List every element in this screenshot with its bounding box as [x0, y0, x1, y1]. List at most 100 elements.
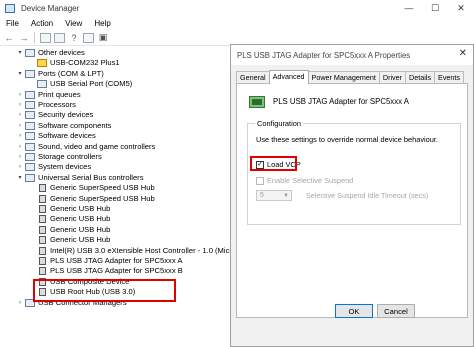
tab-driver[interactable]: Driver	[378, 71, 407, 83]
tree-item[interactable]: › Storage controllers	[16, 152, 102, 162]
tree-item[interactable]: USB Serial Port (COM5)	[28, 79, 132, 89]
expand-chevron-icon[interactable]: ›	[16, 131, 24, 141]
component-icon	[25, 121, 35, 130]
menu-action[interactable]: Action	[31, 19, 53, 28]
device-manager-icon	[5, 3, 15, 13]
sound-icon	[25, 142, 35, 151]
menu-bar: File Action View Help	[0, 16, 474, 30]
toolbar-separator	[34, 32, 35, 43]
scan-hardware-icon[interactable]	[83, 32, 94, 43]
expand-chevron-icon[interactable]: ›	[16, 298, 24, 308]
maximize-button[interactable]: ☐	[422, 0, 448, 16]
expand-chevron-icon[interactable]: ›	[16, 162, 24, 172]
properties-dialog: PLS USB JTAG Adapter for SPC5xxx A Prope…	[230, 44, 474, 347]
tree-item[interactable]: Generic USB Hub	[28, 225, 110, 235]
tree-item[interactable]: Intel(R) USB 3.0 eXtensible Host Control…	[28, 246, 232, 256]
usb-icon	[39, 246, 46, 255]
expand-chevron-icon[interactable]: ▾	[16, 69, 24, 79]
minimize-button[interactable]: —	[396, 0, 422, 16]
device-tree: ▾ Other devices USB-COM232 Plus1 ▾ Ports (CO…	[0, 48, 232, 347]
tree-item[interactable]: PLS USB JTAG Adapter for SPC5xxx B	[28, 266, 183, 276]
tree-item[interactable]: Generic SuperSpeed USB Hub	[28, 194, 155, 204]
selective-suspend-checkbox[interactable]	[256, 176, 264, 185]
tree-item-label: Storage controllers	[38, 152, 102, 161]
tree-item[interactable]: ▾ Ports (COM & LPT)	[16, 69, 104, 79]
tree-item[interactable]: Generic SuperSpeed USB Hub	[28, 183, 155, 193]
tree-item-label: Other devices	[38, 48, 85, 57]
tab-advanced[interactable]: Advanced	[268, 70, 309, 84]
tree-item[interactable]: › Sound, video and game controllers	[16, 142, 155, 152]
expand-chevron-icon[interactable]: ▾	[16, 173, 24, 183]
tree-item-label: Intel(R) USB 3.0 eXtensible Host Control…	[50, 245, 232, 255]
tree-item-label: Software devices	[38, 131, 96, 141]
menu-help[interactable]: Help	[94, 19, 110, 28]
folder-icon	[25, 49, 35, 57]
tree-item-label: USB Serial Port (COM5)	[50, 79, 133, 89]
tab-events[interactable]: Events	[434, 71, 465, 83]
computer-icon[interactable]: ▣	[97, 32, 109, 44]
highlight-box-load-vcp	[250, 156, 297, 171]
show-hidden-icon[interactable]	[54, 32, 65, 43]
tree-item[interactable]: › Software devices	[16, 131, 96, 141]
tree-item-label: Sound, video and game controllers	[38, 141, 156, 151]
advanced-panel: PLS USB JTAG Adapter for SPC5xxx A Confi…	[236, 83, 468, 318]
tree-item-label: USB-COM232 Plus1	[50, 58, 120, 68]
expand-chevron-icon[interactable]: ▾	[16, 48, 24, 58]
expand-chevron-icon[interactable]: ›	[16, 142, 24, 152]
back-arrow-icon[interactable]: ←	[3, 32, 15, 44]
idle-timeout-select[interactable]: 5 ▼	[256, 190, 292, 201]
tree-item-label: Generic USB Hub	[50, 224, 111, 234]
tree-item-label: Print queues	[38, 89, 81, 99]
device-name: PLS USB JTAG Adapter for SPC5xxx A	[273, 97, 409, 106]
tree-item[interactable]: › System devices	[16, 162, 91, 172]
close-button[interactable]: ✕	[448, 0, 474, 16]
tree-item[interactable]: ▾ Other devices	[16, 48, 85, 58]
tree-item[interactable]: Generic USB Hub	[28, 235, 110, 245]
tree-item[interactable]: PLS USB JTAG Adapter for SPC5xxx A	[28, 256, 182, 266]
help-icon[interactable]: ?	[68, 32, 80, 44]
view-properties-icon[interactable]	[40, 32, 51, 43]
printer-icon	[25, 90, 35, 99]
tree-item-label: Generic USB Hub	[50, 214, 111, 224]
usb-icon	[39, 184, 46, 193]
tree-item[interactable]: Generic USB Hub	[28, 214, 110, 224]
tree-item[interactable]: ▾ Universal Serial Bus controllers	[16, 173, 144, 183]
tree-item[interactable]: › Processors	[16, 100, 76, 110]
usb-icon	[39, 194, 46, 203]
port-icon	[37, 80, 47, 89]
tree-item-label: Processors	[38, 100, 76, 109]
tab-power-management[interactable]: Power Management	[307, 71, 380, 83]
usb-icon	[39, 257, 46, 265]
expand-chevron-icon[interactable]: ›	[16, 110, 24, 120]
tab-general[interactable]: General	[236, 71, 270, 83]
highlight-box-jtag-adapters	[33, 279, 176, 302]
chevron-down-icon: ▼	[283, 193, 289, 199]
menu-file[interactable]: File	[6, 19, 19, 28]
cancel-button[interactable]: Cancel	[377, 304, 415, 318]
tree-item[interactable]: › Security devices	[16, 110, 93, 120]
warning-device-icon	[37, 59, 47, 68]
tree-item[interactable]: Generic USB Hub	[28, 204, 110, 214]
configuration-description: Use these settings to override normal de…	[256, 135, 438, 144]
tree-item-label: Universal Serial Bus controllers	[38, 172, 144, 182]
ok-button[interactable]: OK	[335, 304, 373, 318]
expand-chevron-icon[interactable]: ›	[16, 152, 24, 162]
forward-arrow-icon[interactable]: →	[18, 32, 30, 44]
tree-item-label: PLS USB JTAG Adapter for SPC5xxx B	[50, 266, 183, 276]
idle-timeout-label: Selective Suspend Idle Timeout (secs)	[306, 191, 429, 200]
idle-timeout-value: 5	[260, 192, 264, 199]
tab-details[interactable]: Details	[405, 71, 436, 83]
tree-item-label: Generic SuperSpeed USB Hub	[50, 193, 155, 203]
expand-chevron-icon[interactable]: ›	[16, 90, 24, 100]
tree-item-label: PLS USB JTAG Adapter for SPC5xxx A	[50, 256, 183, 265]
tree-item[interactable]: › Print queues	[16, 90, 81, 100]
tree-item[interactable]: › Software components	[16, 121, 111, 131]
tree-item-label: Security devices	[38, 110, 94, 120]
expand-chevron-icon[interactable]: ›	[16, 100, 24, 110]
tree-item-label: Ports (COM & LPT)	[38, 68, 104, 78]
dialog-close-button[interactable]: ✕	[459, 48, 467, 59]
selective-suspend-label[interactable]: Enable Selective Suspend	[267, 176, 353, 185]
tree-item[interactable]: USB-COM232 Plus1	[28, 58, 120, 68]
expand-chevron-icon[interactable]: ›	[16, 121, 24, 131]
menu-view[interactable]: View	[65, 19, 82, 28]
